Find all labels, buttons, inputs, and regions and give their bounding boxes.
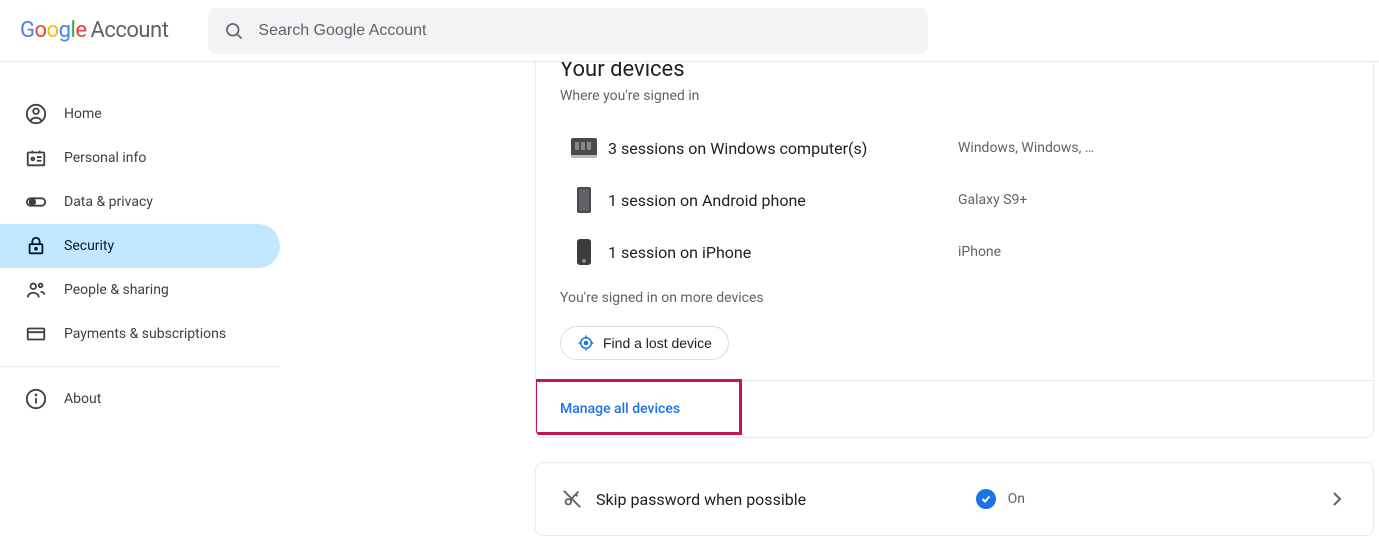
sidebar-item-label: People & sharing xyxy=(64,282,169,298)
target-icon xyxy=(577,334,595,352)
card-footer: Manage all devices xyxy=(536,380,1373,437)
logo-account-text: Account xyxy=(90,18,168,43)
skip-password-option[interactable]: Skip password when possible On xyxy=(536,463,1373,535)
nav-divider xyxy=(0,366,280,367)
id-card-icon xyxy=(24,146,48,170)
sidebar-item-data-privacy[interactable]: Data & privacy xyxy=(0,180,280,224)
sidebar-item-payments[interactable]: Payments & subscriptions xyxy=(0,312,280,356)
lock-icon xyxy=(24,234,48,258)
signed-in-more-text: You're signed in on more devices xyxy=(560,290,1349,306)
option-label: Skip password when possible xyxy=(596,490,976,509)
google-account-logo[interactable]: Google Account xyxy=(20,18,168,43)
sidebar-item-about[interactable]: About xyxy=(0,377,280,421)
sidebar-item-label: Home xyxy=(64,106,102,122)
status-text: On xyxy=(1008,491,1025,507)
search-input[interactable] xyxy=(258,22,912,40)
main-content: Your devices Where you're signed in 3 se… xyxy=(280,62,1379,549)
app-header: Google Account xyxy=(0,0,1379,62)
phone-icon xyxy=(577,187,591,213)
skip-password-card: Skip password when possible On xyxy=(535,462,1374,536)
chevron-right-icon xyxy=(1325,487,1349,511)
search-icon xyxy=(224,21,244,41)
sidebar-nav: Home Personal info Data & privacy Securi… xyxy=(0,62,280,549)
device-row-android[interactable]: 1 session on Android phone Galaxy S9+ xyxy=(560,174,1349,226)
people-icon xyxy=(24,278,48,302)
device-detail: Galaxy S9+ xyxy=(958,192,1027,208)
card-icon xyxy=(24,322,48,346)
desktop-icon xyxy=(571,138,597,158)
sidebar-item-security[interactable]: Security xyxy=(0,224,280,268)
find-button-label: Find a lost device xyxy=(603,335,712,351)
toggle-icon xyxy=(24,190,48,214)
iphone-icon xyxy=(577,239,591,265)
your-devices-card: Your devices Where you're signed in 3 se… xyxy=(535,62,1374,438)
find-lost-device-button[interactable]: Find a lost device xyxy=(560,326,729,360)
option-status: On xyxy=(976,489,1025,509)
device-detail: Windows, Windows, … xyxy=(958,140,1094,156)
manage-all-devices-link[interactable]: Manage all devices xyxy=(536,381,1373,437)
device-sessions-label: 1 session on iPhone xyxy=(608,243,958,262)
search-bar[interactable] xyxy=(208,8,928,54)
sidebar-item-label: Payments & subscriptions xyxy=(64,326,226,342)
sidebar-item-home[interactable]: Home xyxy=(0,92,280,136)
device-row-windows[interactable]: 3 sessions on Windows computer(s) Window… xyxy=(560,122,1349,174)
sidebar-item-label: Security xyxy=(64,238,114,254)
account-circle-icon xyxy=(24,102,48,126)
info-icon xyxy=(24,387,48,411)
device-sessions-label: 3 sessions on Windows computer(s) xyxy=(608,139,958,158)
device-sessions-label: 1 session on Android phone xyxy=(608,191,958,210)
sidebar-item-personal-info[interactable]: Personal info xyxy=(0,136,280,180)
sidebar-item-label: Personal info xyxy=(64,150,146,166)
device-detail: iPhone xyxy=(958,244,1001,260)
key-slash-icon xyxy=(560,488,584,510)
sidebar-item-label: About xyxy=(64,391,101,407)
sidebar-item-people-sharing[interactable]: People & sharing xyxy=(0,268,280,312)
sidebar-item-label: Data & privacy xyxy=(64,194,153,210)
section-title: Your devices xyxy=(560,62,1349,82)
device-row-iphone[interactable]: 1 session on iPhone iPhone xyxy=(560,226,1349,278)
check-circle-icon xyxy=(976,489,996,509)
section-subtitle: Where you're signed in xyxy=(560,88,1349,104)
